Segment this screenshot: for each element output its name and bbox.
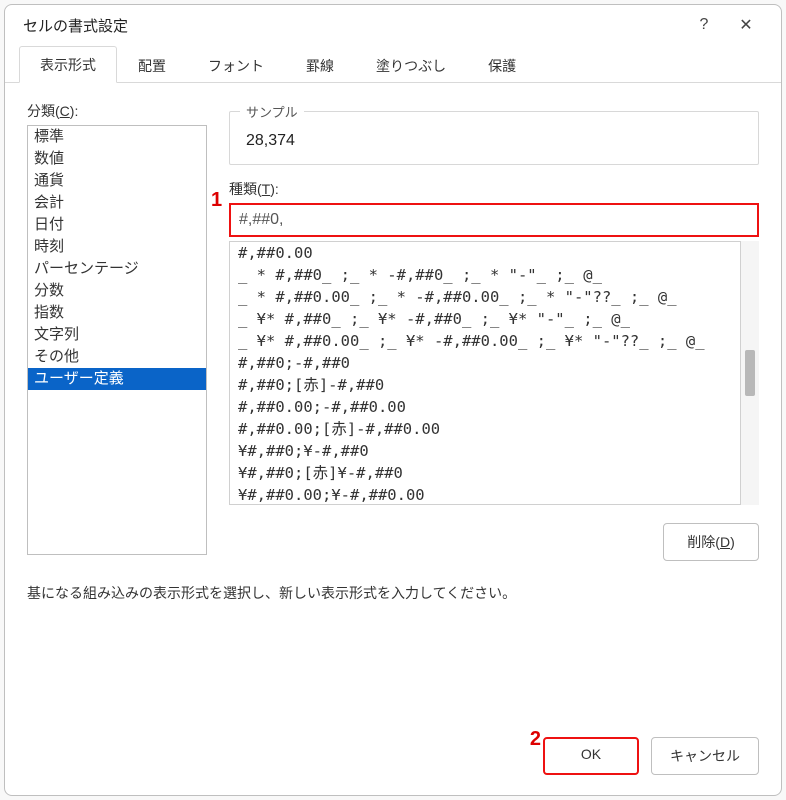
titlebar: セルの書式設定 ? ✕: [5, 5, 781, 45]
category-item[interactable]: 分数: [28, 280, 206, 302]
category-item[interactable]: その他: [28, 346, 206, 368]
format-item[interactable]: #,##0;-#,##0: [230, 352, 740, 374]
format-item[interactable]: #,##0.00;-#,##0.00: [230, 396, 740, 418]
tab-5[interactable]: 保護: [467, 47, 537, 83]
type-label-prefix: 種類(: [229, 181, 262, 197]
tab-bar: 表示形式配置フォント罫線塗りつぶし保護: [5, 45, 781, 83]
format-item[interactable]: _ * #,##0.00_ ;_ * -#,##0.00_ ;_ * "-"??…: [230, 286, 740, 308]
category-item[interactable]: 指数: [28, 302, 206, 324]
tab-3[interactable]: 罫線: [285, 47, 355, 83]
type-label: 種類(T):: [229, 179, 759, 199]
tab-0[interactable]: 表示形式: [19, 46, 117, 83]
category-item[interactable]: 数値: [28, 148, 206, 170]
dialog-title: セルの書式設定: [23, 15, 683, 36]
category-label-suffix: ):: [70, 103, 79, 119]
sample-legend: サンプル: [240, 102, 304, 121]
category-item[interactable]: 日付: [28, 214, 206, 236]
format-item[interactable]: ¥#,##0.00;¥-#,##0.00: [230, 484, 740, 505]
scrollbar-thumb[interactable]: [745, 350, 755, 396]
format-item[interactable]: _ ¥* #,##0_ ;_ ¥* -#,##0_ ;_ ¥* "-"_ ;_ …: [230, 308, 740, 330]
help-text: 基になる組み込みの表示形式を選択し、新しい表示形式を入力してください。: [27, 583, 759, 603]
category-item[interactable]: 会計: [28, 192, 206, 214]
tab-1[interactable]: 配置: [117, 47, 187, 83]
category-item[interactable]: 標準: [28, 126, 206, 148]
format-item[interactable]: #,##0.00;[赤]-#,##0.00: [230, 418, 740, 440]
ok-button[interactable]: OK: [543, 737, 639, 775]
category-label: 分類(C):: [27, 101, 207, 121]
format-item[interactable]: #,##0;[赤]-#,##0: [230, 374, 740, 396]
category-item[interactable]: ユーザー定義: [28, 368, 206, 390]
category-label-accel: C: [60, 103, 70, 119]
sample-group: サンプル 28,374: [229, 111, 759, 165]
category-item[interactable]: パーセンテージ: [28, 258, 206, 280]
annotation-1: 1: [211, 189, 222, 212]
dialog-content: 分類(C): 標準数値通貨会計日付時刻パーセンテージ分数指数文字列その他ユーザー…: [5, 83, 781, 723]
format-item[interactable]: _ * #,##0_ ;_ * -#,##0_ ;_ * "-"_ ;_ @_: [230, 264, 740, 286]
close-icon[interactable]: ✕: [725, 9, 767, 41]
annotation-2: 2: [530, 728, 541, 751]
type-input[interactable]: [229, 203, 759, 237]
help-icon[interactable]: ?: [683, 9, 725, 41]
category-item[interactable]: 時刻: [28, 236, 206, 258]
format-cells-dialog: セルの書式設定 ? ✕ 表示形式配置フォント罫線塗りつぶし保護 分類(C): 標…: [4, 4, 782, 796]
cancel-button[interactable]: キャンセル: [651, 737, 759, 775]
format-item[interactable]: ¥#,##0;[赤]¥-#,##0: [230, 462, 740, 484]
delete-button[interactable]: 削除(D): [663, 523, 759, 561]
category-listbox[interactable]: 標準数値通貨会計日付時刻パーセンテージ分数指数文字列その他ユーザー定義: [27, 125, 207, 555]
delete-button-suffix: ): [730, 534, 735, 550]
format-list-scrollbar[interactable]: [741, 241, 759, 505]
tab-4[interactable]: 塗りつぶし: [355, 47, 467, 83]
dialog-button-row: 2 OK キャンセル: [5, 723, 781, 795]
category-item[interactable]: 文字列: [28, 324, 206, 346]
type-label-suffix: ):: [270, 181, 279, 197]
tab-2[interactable]: フォント: [187, 47, 285, 83]
format-item[interactable]: #,##0.00: [230, 242, 740, 264]
sample-value: 28,374: [246, 132, 742, 150]
type-label-accel: T: [262, 181, 271, 197]
category-label-prefix: 分類(: [27, 103, 60, 119]
format-item[interactable]: _ ¥* #,##0.00_ ;_ ¥* -#,##0.00_ ;_ ¥* "-…: [230, 330, 740, 352]
delete-button-accel: D: [720, 534, 730, 550]
format-list[interactable]: #,##0.00_ * #,##0_ ;_ * -#,##0_ ;_ * "-"…: [229, 241, 741, 505]
delete-button-prefix: 削除(: [687, 534, 720, 550]
format-item[interactable]: ¥#,##0;¥-#,##0: [230, 440, 740, 462]
category-item[interactable]: 通貨: [28, 170, 206, 192]
